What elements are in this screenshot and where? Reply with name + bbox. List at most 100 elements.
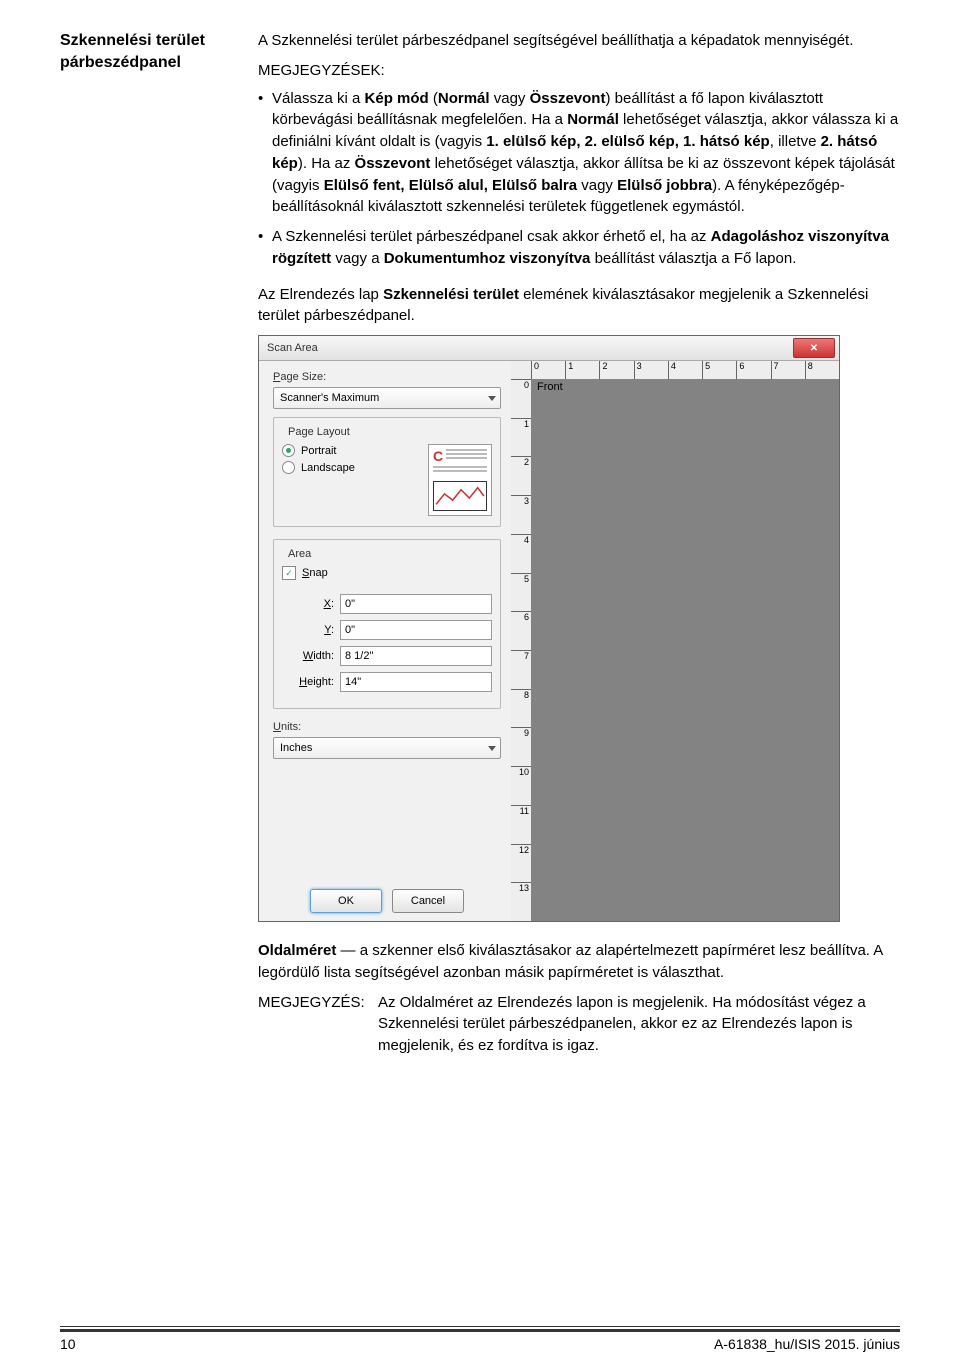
ruler-tick: 8 [805, 361, 839, 379]
close-button[interactable]: ✕ [793, 338, 835, 358]
layout-thumbnail: C [428, 444, 492, 516]
ruler-tick: 4 [668, 361, 702, 379]
ruler-tick: 0 [531, 361, 565, 379]
landscape-radio[interactable]: Landscape [282, 461, 420, 474]
preview-area: 0 1 2 3 4 5 6 7 8 0 1 [511, 361, 839, 921]
ruler-tick: 6 [736, 361, 770, 379]
units-value: Inches [280, 742, 312, 754]
close-icon: ✕ [810, 343, 818, 354]
section-heading-l1: Szkennelési terület [60, 32, 205, 49]
ruler-tick: 5 [702, 361, 736, 379]
chevron-down-icon [488, 746, 496, 751]
vertical-ruler: 0 1 2 3 4 5 6 7 8 9 10 11 12 [511, 379, 532, 921]
ruler-tick: 1 [511, 418, 531, 457]
units-label: Units: [273, 721, 501, 733]
select-intro: Az Elrendezés lap Szkennelési terület el… [258, 284, 900, 328]
thumb-chart [433, 481, 487, 511]
t: Szkennelési terület [383, 286, 519, 303]
ruler-tick: 3 [511, 495, 531, 534]
units-combo[interactable]: Inches [273, 737, 501, 759]
page-footer: 10 A-61838_hu/ISIS 2015. június [60, 1329, 900, 1352]
ok-label: OK [338, 895, 354, 907]
height-value: 14" [345, 676, 361, 688]
width-value: 8 1/2" [345, 650, 373, 662]
thumb-line [433, 466, 487, 468]
x-value: 0" [345, 598, 355, 610]
t: Válassza ki a [272, 90, 365, 107]
page-layout-label: Page Layout [284, 426, 354, 438]
ruler-tick: 12 [511, 844, 531, 883]
ruler-tick: 1 [565, 361, 599, 379]
note-2-text: Az Oldalméret az Elrendezés lapon is meg… [378, 992, 900, 1057]
thumb-line [446, 453, 487, 455]
t: Az Elrendezés lap [258, 286, 383, 303]
ruler-tick: 10 [511, 766, 531, 805]
page-size-label-text: P [273, 371, 280, 383]
ruler-tick: 7 [511, 650, 531, 689]
t: Elülső jobbra [617, 177, 712, 194]
note-2: MEGJEGYZÉS: Az Oldalméret az Elrendezés … [258, 992, 900, 1057]
section-heading-l2: párbeszédpanel [60, 54, 181, 71]
bullet-1-text: Válassza ki a Kép mód (Normál vagy Össze… [272, 88, 900, 219]
height-input[interactable]: 14" [340, 672, 492, 692]
thumb-c-icon: C [433, 449, 443, 463]
height-label: Height: [282, 676, 334, 688]
footer-rule [60, 1326, 900, 1327]
ruler-tick: 5 [511, 573, 531, 612]
snap-checkbox[interactable]: ✓ Snap [282, 566, 492, 580]
thumb-line [446, 457, 487, 459]
ruler-corner [511, 361, 532, 380]
t: , illetve [770, 133, 821, 150]
bullet-2-text: A Szkennelési terület párbeszédpanel csa… [272, 226, 900, 270]
radio-unchecked-icon [282, 461, 295, 474]
dialog-titlebar: Scan Area ✕ [259, 336, 839, 361]
ruler-tick: 6 [511, 611, 531, 650]
area-label: Area [284, 548, 315, 560]
bullet-1: • Válassza ki a Kép mód (Normál vagy Öss… [258, 88, 900, 219]
t: vagy [490, 90, 530, 107]
page-size-combo[interactable]: Scanner's Maximum [273, 387, 501, 409]
notes-label: MEGJEGYZÉSEK: [258, 60, 900, 82]
note-2-tag: MEGJEGYZÉS: [258, 992, 378, 1057]
y-input[interactable]: 0" [340, 620, 492, 640]
area-group: Area ✓ Snap X: 0" Y: [273, 539, 501, 709]
cancel-label: Cancel [411, 895, 445, 907]
scan-area-dialog: Scan Area ✕ Page Size: Scanner's Maximum… [258, 335, 840, 922]
bullet-2: • A Szkennelési terület párbeszédpanel c… [258, 226, 900, 270]
portrait-radio[interactable]: Portrait [282, 444, 420, 457]
width-label: Width: [282, 650, 334, 662]
oldalmeret-paragraph: Oldalméret — a szkenner első kiválasztás… [258, 940, 900, 984]
front-label: Front [537, 381, 563, 393]
page-layout-group: Page Layout Portrait Landscap [273, 417, 501, 527]
t: Elülső fent, Elülső alul, Elülső balra [324, 177, 577, 194]
thumb-line [446, 449, 487, 451]
ruler-tick: 8 [511, 689, 531, 728]
t: vagy [577, 177, 617, 194]
t: A Szkennelési terület párbeszédpanel csa… [272, 228, 711, 245]
y-label: Y: [282, 624, 334, 636]
radio-checked-icon [282, 444, 295, 457]
doc-id: A-61838_hu/ISIS 2015. június [714, 1336, 900, 1352]
snap-label: Snap [302, 567, 328, 579]
t: beállítást választja a Fő lapon. [590, 250, 796, 267]
ruler-tick: 9 [511, 727, 531, 766]
checkbox-checked-icon: ✓ [282, 566, 296, 580]
section-heading: Szkennelési terület párbeszédpanel [60, 30, 230, 73]
t: Normál [438, 90, 490, 107]
t: Dokumentumhoz viszonyítva [384, 250, 591, 267]
t: — a szkenner első kiválasztásakor az ala… [258, 942, 882, 981]
x-input[interactable]: 0" [340, 594, 492, 614]
bullet-dot: • [258, 226, 272, 270]
t: ). Ha az [298, 155, 355, 172]
ruler-tick: 13 [511, 882, 531, 921]
preview-canvas[interactable]: Front [531, 379, 839, 921]
width-input[interactable]: 8 1/2" [340, 646, 492, 666]
ok-button[interactable]: OK [310, 889, 382, 913]
y-value: 0" [345, 624, 355, 636]
chevron-down-icon [488, 396, 496, 401]
page-number: 10 [60, 1336, 76, 1352]
bullet-dot: • [258, 88, 272, 219]
intro-paragraph: A Szkennelési terület párbeszédpanel seg… [258, 30, 900, 52]
t: Összevont [355, 155, 431, 172]
cancel-button[interactable]: Cancel [392, 889, 464, 913]
